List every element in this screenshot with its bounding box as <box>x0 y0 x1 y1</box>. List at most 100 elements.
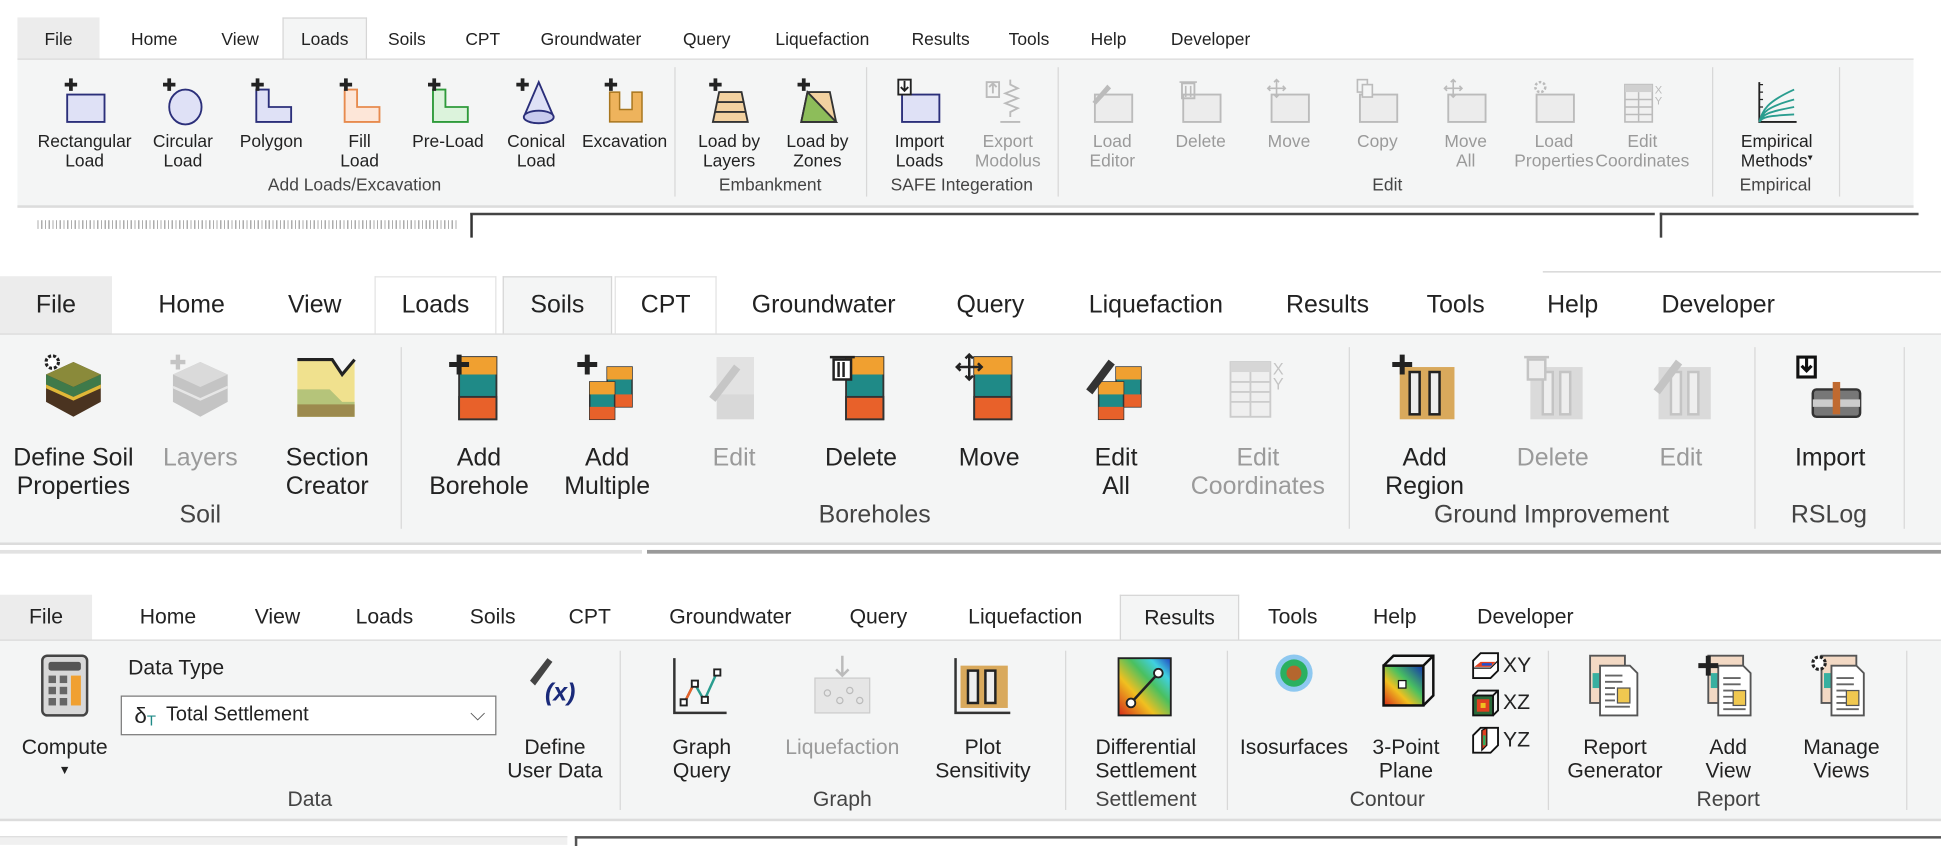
edit-coordinates-button[interactable]: XY Edit Coordinates <box>1593 70 1693 172</box>
delete-borehole-button[interactable]: Delete <box>793 350 930 473</box>
section-creator-button[interactable]: Section Creator <box>259 350 396 501</box>
tab-home[interactable]: Home <box>139 276 244 333</box>
manage-views-button[interactable]: Manage Views <box>1779 653 1903 783</box>
tab-liquefaction[interactable]: Liquefaction <box>1073 276 1240 333</box>
edit-borehole-button[interactable]: Edit <box>666 350 803 473</box>
tab-view[interactable]: View <box>212 17 269 58</box>
define-user-data-icon: (x) <box>530 658 575 706</box>
load-by-zones-button[interactable]: Load by Zones <box>768 70 868 172</box>
tab-file[interactable]: File <box>17 17 100 59</box>
load-editor-button[interactable]: Load Editor <box>1063 70 1163 172</box>
data-type-select[interactable]: δ T Total Settlement ⌵ <box>120 695 497 736</box>
tab-soils[interactable]: Soils <box>455 595 530 640</box>
tab-groundwater[interactable]: Groundwater <box>652 595 809 640</box>
tab-tools[interactable]: Tools <box>1413 276 1498 333</box>
compute-button[interactable]: Compute ▼ <box>2 653 126 778</box>
plot-sensitivity-button[interactable]: Plot Sensitivity <box>921 653 1045 783</box>
delete-region-button[interactable]: Delete <box>1484 350 1621 473</box>
tab-tools[interactable]: Tools <box>998 17 1060 58</box>
define-user-data-button[interactable]: (x) Define User Data <box>493 653 617 783</box>
tab-developer[interactable]: Developer <box>1645 276 1792 333</box>
tab-view[interactable]: View <box>271 276 358 333</box>
delete-load-button[interactable]: Delete <box>1151 70 1251 152</box>
move-borehole-button[interactable]: Move <box>921 350 1058 473</box>
tab-soils[interactable]: Soils <box>502 276 613 334</box>
tab-query[interactable]: Query <box>941 276 1041 333</box>
tab-loads[interactable]: Loads <box>374 276 497 334</box>
circular-load-button[interactable]: Circular Load <box>133 70 233 172</box>
tab-results[interactable]: Results <box>902 17 979 58</box>
tab-loads[interactable]: Loads <box>282 17 368 59</box>
tab-help[interactable]: Help <box>1080 17 1137 58</box>
tab-file[interactable]: File <box>0 594 93 640</box>
define-soil-properties-button[interactable]: Define Soil Properties <box>5 350 142 501</box>
add-region-button[interactable]: Add Region <box>1356 350 1493 501</box>
isosurfaces-button[interactable]: Isosurfaces <box>1232 653 1356 759</box>
add-view-button[interactable]: Add View <box>1666 653 1790 783</box>
liquefaction-graph-icon <box>814 655 871 714</box>
add-multiple-button[interactable]: Add Multiple <box>539 350 676 501</box>
tab-query[interactable]: Query <box>836 595 921 640</box>
graph-query-button[interactable]: Graph Query <box>640 653 764 783</box>
liquefaction-graph-button[interactable]: Liquefaction <box>780 653 904 759</box>
tab-developer[interactable]: Developer <box>1157 17 1264 58</box>
layers-button[interactable]: Layers <box>132 350 269 473</box>
group-separator <box>1547 650 1550 810</box>
group-label-embankment: Embankment <box>718 174 822 195</box>
tab-home[interactable]: Home <box>124 595 211 640</box>
load-properties-button[interactable]: Load Properties <box>1504 70 1604 172</box>
tab-view[interactable]: View <box>241 595 313 640</box>
load-by-layers-button[interactable]: Load by Layers <box>679 70 779 172</box>
load-properties-icon <box>1534 80 1575 123</box>
plane-xz-button[interactable]: XZ <box>1471 688 1532 718</box>
move-load-button[interactable]: Move <box>1239 70 1339 152</box>
edit-region-button[interactable]: Edit <box>1612 350 1749 473</box>
report-generator-button[interactable]: Report Generator <box>1553 653 1677 783</box>
export-modulus-button[interactable]: Export Modolus <box>958 70 1058 172</box>
rslog-import-button[interactable]: Import <box>1762 350 1899 473</box>
group-label-edit: Edit <box>1372 174 1403 195</box>
differential-settlement-button[interactable]: Differential Settlement <box>1077 653 1214 783</box>
tab-cpt[interactable]: CPT <box>555 595 625 640</box>
add-borehole-button[interactable]: Add Borehole <box>411 350 548 501</box>
plane-xy-button[interactable]: XY <box>1471 651 1531 681</box>
tab-cpt[interactable]: CPT <box>453 17 513 58</box>
fill-load-button[interactable]: Fill Load <box>310 70 410 172</box>
tab-groundwater[interactable]: Groundwater <box>530 17 652 58</box>
tab-results[interactable]: Results <box>1272 276 1384 333</box>
tab-liquefaction[interactable]: Liquefaction <box>764 17 881 58</box>
empirical-methods-icon <box>1758 82 1797 123</box>
tab-help[interactable]: Help <box>1530 276 1615 333</box>
rectangular-load-button[interactable]: Rectangular Load <box>35 70 135 172</box>
tab-soils[interactable]: Soils <box>377 17 437 58</box>
tab-home[interactable]: Home <box>119 17 189 58</box>
tab-results[interactable]: Results <box>1119 594 1240 640</box>
pre-load-button[interactable]: Pre-Load <box>398 70 498 152</box>
circular-load-icon <box>162 78 203 126</box>
tab-developer[interactable]: Developer <box>1461 595 1590 640</box>
excavation-button[interactable]: Excavation <box>575 70 675 152</box>
tab-cpt[interactable]: CPT <box>614 276 717 334</box>
conical-load-button[interactable]: Conical Load <box>486 70 586 172</box>
edit-coordinates-button[interactable]: XY Edit Coordinates <box>1189 350 1326 501</box>
tab-query[interactable]: Query <box>673 17 740 58</box>
tab-file[interactable]: File <box>0 276 112 334</box>
three-point-plane-button[interactable]: 3-Point Plane <box>1344 653 1468 783</box>
plane-yz-button[interactable]: YZ <box>1471 725 1532 755</box>
copy-load-button[interactable]: Copy <box>1328 70 1428 152</box>
import-loads-button[interactable]: Import Loads <box>870 70 970 172</box>
group-label-data: Data <box>287 787 333 812</box>
tab-tools[interactable]: Tools <box>1254 595 1331 640</box>
plane-buttons: XY XZ YZ <box>1471 651 1532 756</box>
plot-sensitivity-icon <box>954 658 1011 715</box>
tab-liquefaction[interactable]: Liquefaction <box>951 595 1100 640</box>
tab-help[interactable]: Help <box>1359 595 1431 640</box>
tab-groundwater[interactable]: Groundwater <box>737 276 911 333</box>
data-type-value: Total Settlement <box>165 704 309 726</box>
move-all-button[interactable]: Move All <box>1416 70 1516 172</box>
empirical-methods-button[interactable]: Empirical Methods▾ <box>1727 70 1827 172</box>
edit-all-button[interactable]: Edit All <box>1048 350 1185 501</box>
polygon-load-button[interactable]: Polygon <box>221 70 321 152</box>
tab-loads[interactable]: Loads <box>343 595 425 640</box>
splitter-handle[interactable] <box>37 220 458 229</box>
